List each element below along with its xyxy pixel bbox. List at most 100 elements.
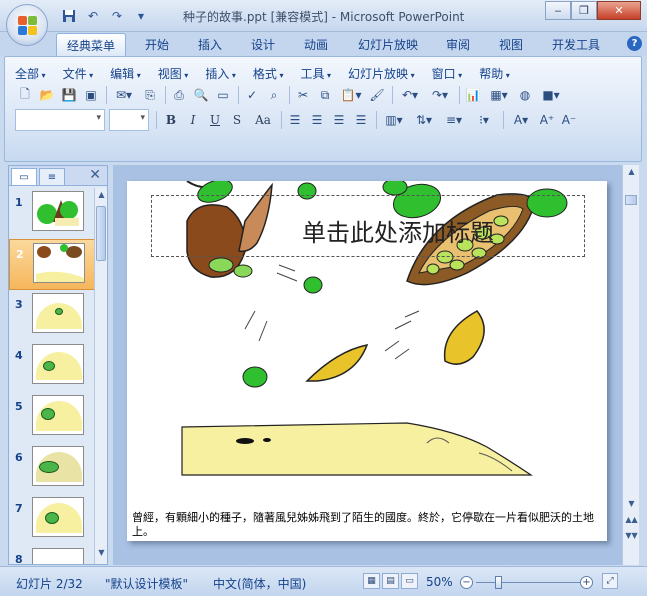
undo-icon[interactable]: ↶▾	[396, 85, 424, 105]
help-icon[interactable]: ?	[627, 36, 642, 51]
italic-button[interactable]: I	[182, 110, 204, 130]
spelling-icon[interactable]: ✓	[242, 85, 262, 105]
tab-classic-menu[interactable]: 经典菜单	[56, 33, 127, 56]
tab-home[interactable]: 开始	[145, 36, 169, 53]
print-preview-icon[interactable]: 🔍	[191, 85, 211, 105]
email-icon[interactable]: ✉▾	[110, 85, 138, 105]
grow-font-icon[interactable]: A⁺	[537, 110, 557, 130]
next-slide-icon[interactable]: ▼▼	[625, 531, 638, 545]
close-button[interactable]: ✕	[597, 1, 641, 20]
font-size-combo[interactable]	[109, 109, 149, 131]
slides-tab[interactable]: ▭	[11, 168, 37, 185]
publish-icon[interactable]: ⎘	[140, 85, 160, 105]
slide-thumb-6[interactable]: 6	[9, 443, 95, 494]
menu-slideshow[interactable]: 幻灯片放映	[348, 65, 415, 82]
slide-scrollbar[interactable]: ▲ ▼ ▲▲ ▼▼	[622, 165, 639, 565]
align-center-icon[interactable]: ☰	[307, 110, 327, 130]
previous-slide-icon[interactable]: ▲▲	[625, 515, 638, 529]
permission-icon[interactable]: ▣	[81, 85, 101, 105]
scroll-down-icon[interactable]: ▼	[625, 499, 638, 513]
restore-button[interactable]: ❐	[571, 1, 597, 20]
menu-view[interactable]: 视图	[158, 65, 189, 82]
slideshow-view-icon[interactable]: ▭	[401, 573, 418, 589]
menu-all[interactable]: 全部	[15, 65, 46, 82]
slide-thumb-4[interactable]: 4	[9, 341, 95, 392]
open-icon[interactable]: 📂	[37, 85, 57, 105]
zoom-slider-handle[interactable]	[495, 576, 502, 589]
tab-insert[interactable]: 插入	[198, 36, 222, 53]
bold-button[interactable]: B	[160, 110, 182, 130]
slide-thumb-8[interactable]: 8	[9, 545, 95, 564]
tab-view[interactable]: 视图	[499, 36, 523, 53]
font-name-combo[interactable]	[15, 109, 105, 131]
slide-thumb-5[interactable]: 5	[9, 392, 95, 443]
print-icon[interactable]: ⎙	[169, 85, 189, 105]
font-color-icon[interactable]: A▾	[507, 110, 535, 130]
research-icon[interactable]: ⌕	[264, 85, 284, 105]
paste-icon[interactable]: 📋▾	[337, 85, 365, 105]
shrink-font-icon[interactable]: A⁻	[559, 110, 579, 130]
slide-thumb-2[interactable]: 2	[9, 239, 95, 290]
color-grayscale-icon[interactable]: ■▾	[537, 85, 565, 105]
tab-developer[interactable]: 开发工具	[552, 36, 600, 53]
slide-thumb-3[interactable]: 3	[9, 290, 95, 341]
save-icon[interactable]	[60, 7, 78, 25]
align-right-icon[interactable]: ☰	[329, 110, 349, 130]
theme-name[interactable]: "默认设计模板"	[105, 575, 188, 592]
tab-animation[interactable]: 动画	[304, 36, 328, 53]
justify-icon[interactable]: ☰	[351, 110, 371, 130]
tab-slideshow[interactable]: 幻灯片放映	[358, 36, 418, 53]
menu-insert[interactable]: 插入	[205, 65, 236, 82]
slide-thumb-7[interactable]: 7	[9, 494, 95, 545]
menu-help[interactable]: 帮助	[479, 65, 510, 82]
zoom-in-icon[interactable]: +	[580, 576, 593, 589]
minimize-button[interactable]: ‒	[545, 1, 571, 20]
outline-tab[interactable]: ≡	[39, 168, 65, 185]
bullets-icon[interactable]: ⁝▾	[470, 110, 498, 130]
zoom-slider[interactable]	[476, 582, 580, 583]
redo-icon[interactable]: ↷▾	[426, 85, 454, 105]
scroll-thumb[interactable]	[96, 206, 106, 261]
undo-icon[interactable]: ↶	[84, 7, 102, 25]
new-icon[interactable]: 🗋	[15, 85, 35, 105]
language-indicator[interactable]: 中文(简体，中国)	[213, 575, 306, 592]
scroll-up-icon[interactable]: ▲	[625, 167, 638, 181]
tab-design[interactable]: 设计	[251, 36, 275, 53]
shadow-button[interactable]: S	[226, 110, 248, 130]
insert-chart-icon[interactable]: 📊	[463, 85, 483, 105]
zoom-level[interactable]: 50%	[426, 575, 453, 589]
redo-icon[interactable]: ↷	[108, 7, 126, 25]
format-painter-icon[interactable]: 🖌	[367, 85, 387, 105]
slide-caption[interactable]: 曾經，有顆細小的種子，隨著風兒姊姊飛到了陌生的國度。終於，它停歇在一片看似肥沃的…	[132, 511, 602, 539]
menu-file[interactable]: 文件	[63, 65, 94, 82]
page-setup-icon[interactable]: ▭	[213, 85, 233, 105]
scroll-up-icon[interactable]: ▲	[95, 190, 108, 204]
slide-canvas[interactable]: 单击此处添加标题 曾經，有顆細小的種子，隨著風兒姊姊飛到了陌生的國度。終於，它停…	[127, 181, 607, 541]
align-left-icon[interactable]: ☰	[285, 110, 305, 130]
menu-tools[interactable]: 工具	[300, 65, 331, 82]
office-button[interactable]	[6, 4, 48, 46]
scroll-down-icon[interactable]: ▼	[95, 548, 108, 562]
underline-button[interactable]: U	[204, 110, 226, 130]
fit-to-window-icon[interactable]: ⤢	[602, 573, 618, 589]
normal-view-icon[interactable]: ▦	[363, 573, 380, 589]
cut-icon[interactable]: ✂	[293, 85, 313, 105]
save-icon[interactable]: 💾	[59, 85, 79, 105]
zoom-out-icon[interactable]: −	[460, 576, 473, 589]
close-icon[interactable]: ✕	[89, 167, 101, 183]
scroll-thumb[interactable]	[625, 195, 637, 205]
title-placeholder[interactable]: 单击此处添加标题	[151, 195, 585, 257]
menu-edit[interactable]: 编辑	[110, 65, 141, 82]
columns-icon[interactable]: ▥▾	[380, 110, 408, 130]
tab-review[interactable]: 审阅	[446, 36, 470, 53]
menu-format[interactable]: 格式	[253, 65, 284, 82]
change-case-button[interactable]: Aa	[248, 110, 278, 130]
customize-icon[interactable]: ▾	[132, 7, 150, 25]
insert-clipart-icon[interactable]: ◍	[515, 85, 535, 105]
slide-thumb-1[interactable]: 1	[9, 188, 95, 239]
insert-table-icon[interactable]: ▦▾	[485, 85, 513, 105]
slide-sorter-icon[interactable]: ▤	[382, 573, 399, 589]
line-spacing-icon[interactable]: ≡▾	[440, 110, 468, 130]
menu-window[interactable]: 窗口	[432, 65, 463, 82]
copy-icon[interactable]: ⧉	[315, 85, 335, 105]
